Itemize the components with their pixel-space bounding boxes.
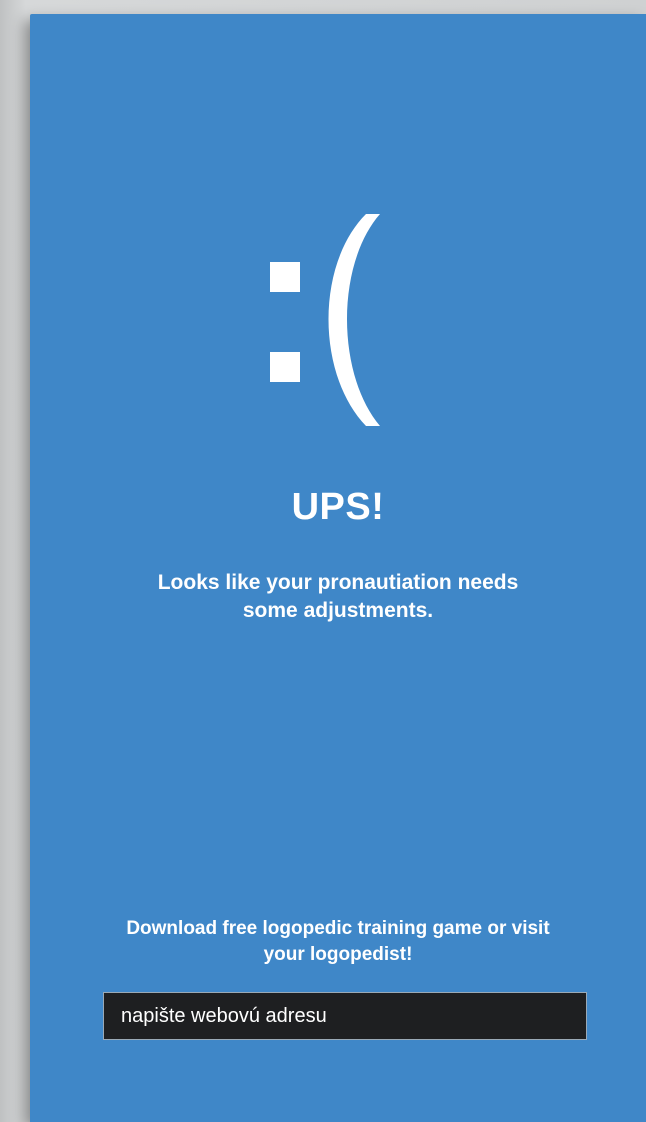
web-address-input[interactable] xyxy=(103,992,587,1040)
error-panel: UPS! Looks like your pronautiation needs… xyxy=(30,14,646,1122)
download-prompt: Download free logopedic training game or… xyxy=(126,918,550,965)
error-message: Looks like your pronautiation needs some… xyxy=(157,571,519,622)
error-title: UPS! xyxy=(291,486,385,528)
sad-face-icon xyxy=(30,204,646,444)
